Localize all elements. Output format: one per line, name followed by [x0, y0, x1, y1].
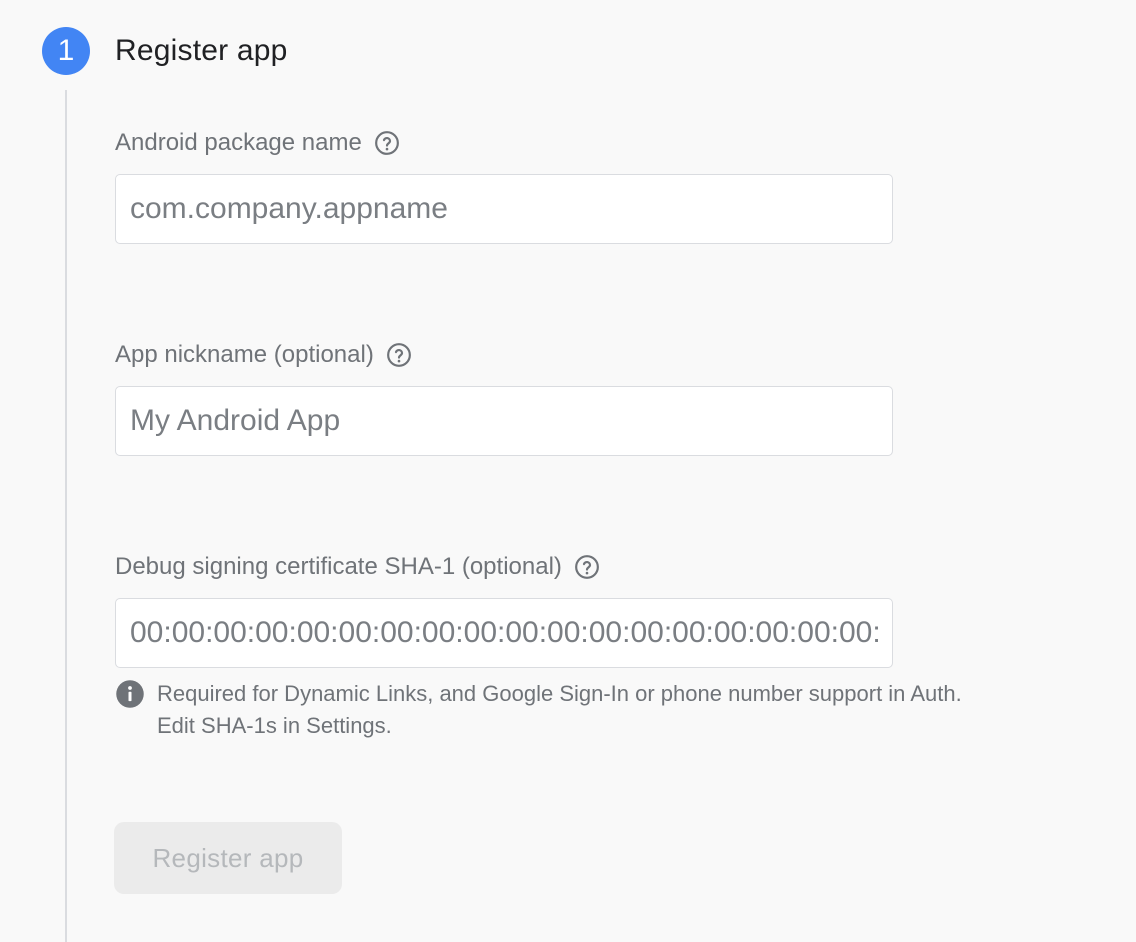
- nickname-input[interactable]: [115, 386, 893, 456]
- help-circle-icon[interactable]: [574, 554, 600, 580]
- sha1-input[interactable]: [115, 598, 893, 668]
- sha1-label-row: Debug signing certificate SHA-1 (optiona…: [115, 552, 600, 582]
- step-number: 1: [57, 34, 75, 67]
- sha1-hint: Required for Dynamic Links, and Google S…: [115, 678, 962, 742]
- help-circle-icon[interactable]: [374, 130, 400, 156]
- nickname-label: App nickname (optional): [115, 341, 374, 368]
- hint-line-1: Required for Dynamic Links, and Google S…: [157, 681, 962, 706]
- nickname-label-row: App nickname (optional): [115, 340, 412, 370]
- info-icon: [116, 680, 144, 708]
- package-name-label: Android package name: [115, 129, 362, 156]
- step-number-badge: 1: [42, 27, 90, 75]
- hint-line-2: Edit SHA-1s in Settings.: [157, 713, 392, 738]
- sha1-label: Debug signing certificate SHA-1 (optiona…: [115, 553, 562, 580]
- register-app-button[interactable]: Register app: [114, 822, 342, 894]
- package-name-label-row: Android package name: [115, 128, 400, 158]
- step-title: Register app: [115, 34, 288, 67]
- step-connector-line: [65, 90, 67, 942]
- help-circle-icon[interactable]: [386, 342, 412, 368]
- package-name-input[interactable]: [115, 174, 893, 244]
